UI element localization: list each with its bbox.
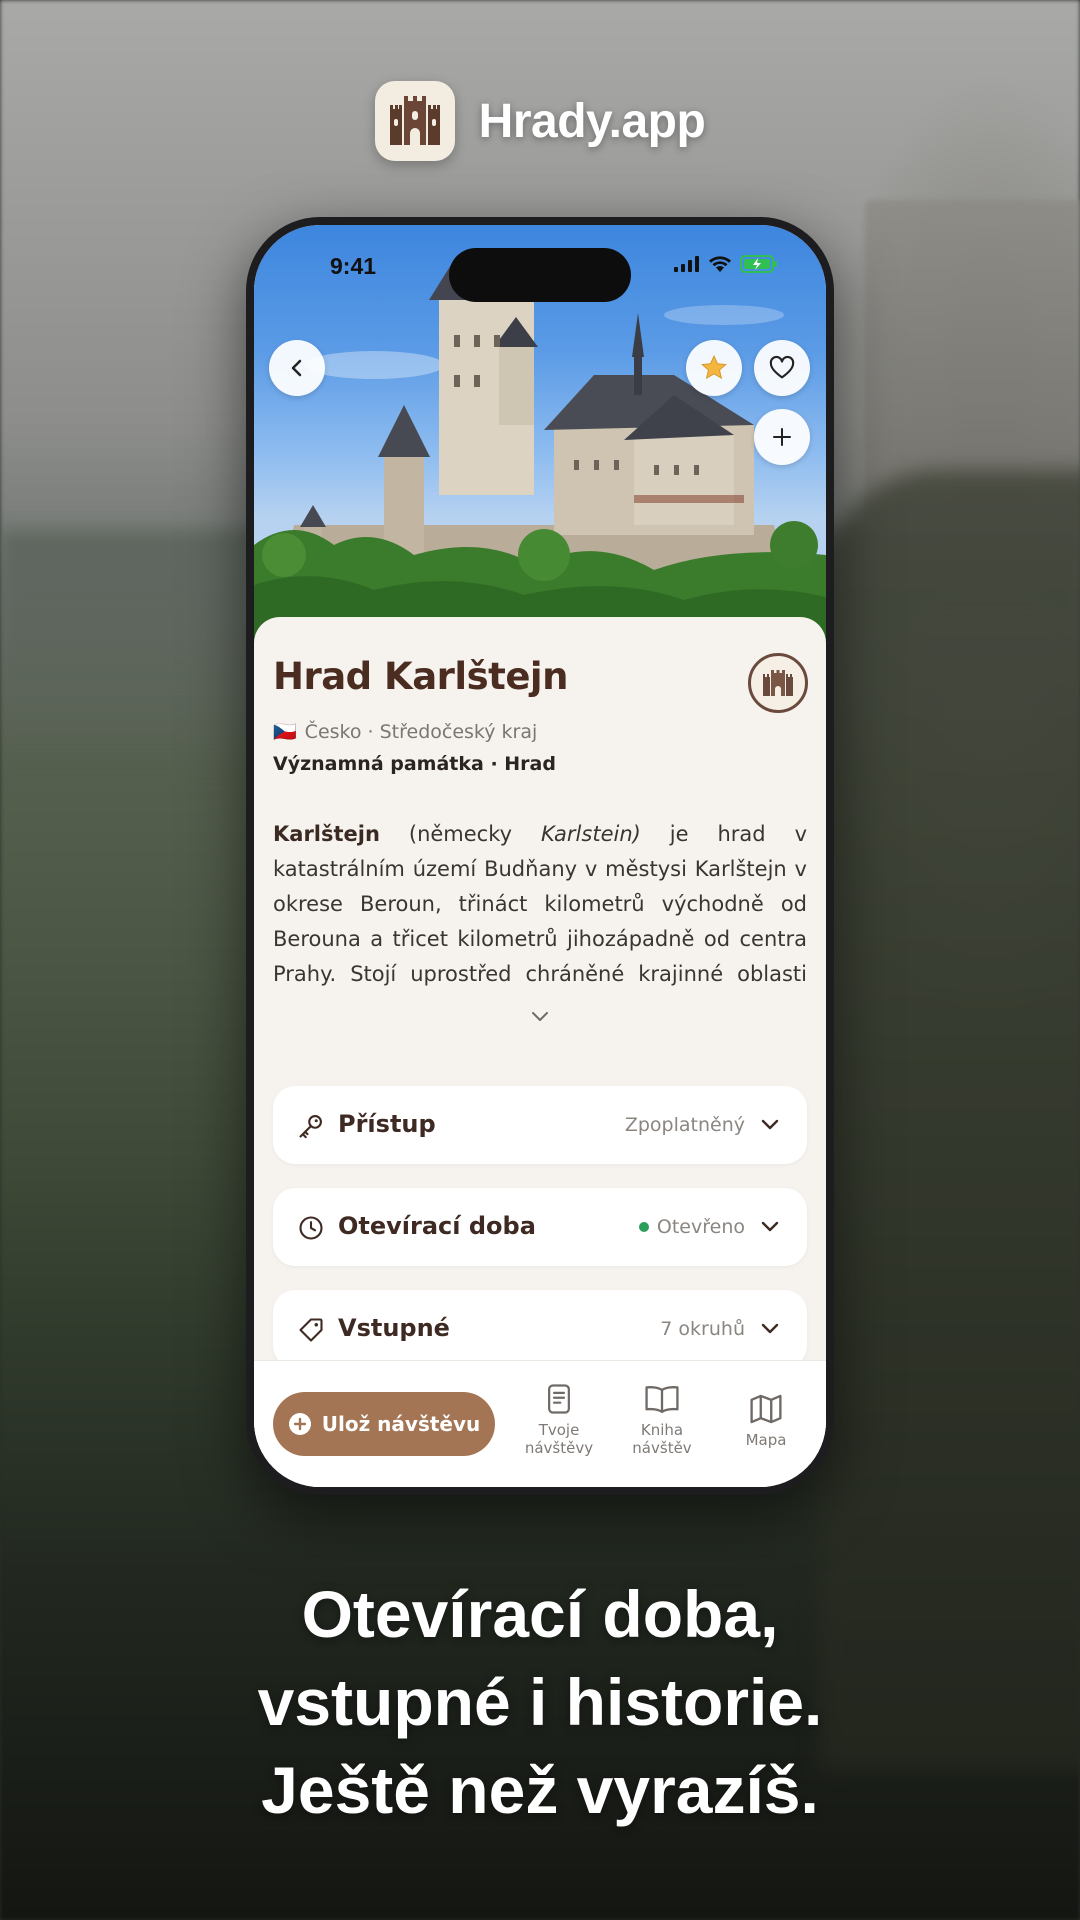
caption-line-2: vstupné i historie. (257, 1665, 823, 1739)
promo-caption: Otevírací doba, vstupné i historie. Ješt… (0, 1570, 1080, 1834)
location: 🇨🇿 Česko · Středočeský kraj (273, 720, 538, 744)
castle-icon (763, 670, 793, 696)
save-visit-label: Ulož návštěvu (321, 1412, 481, 1436)
add-button[interactable] (754, 409, 810, 465)
app-logo-icon (374, 81, 455, 161)
category: Významná památka · Hrad (273, 753, 556, 775)
tag-icon (299, 1318, 323, 1342)
access-label: Přístup (338, 1110, 436, 1138)
description: Karlštejn (německy Karlstein) je hrad v … (273, 817, 807, 987)
opening-hours-card[interactable]: Otevírací doba Otevřeno (273, 1188, 807, 1266)
plus-circle-icon (288, 1413, 311, 1435)
access-card[interactable]: Přístup Zpoplatněný (273, 1086, 807, 1164)
chevron-down-icon (761, 1221, 779, 1232)
open-status-dot (638, 1222, 649, 1232)
battery-icon (740, 255, 777, 273)
bottom-bar: Ulož návštěvu Tvoje návštěvy Kniha návšt… (254, 1360, 826, 1487)
admission-value: 7 okruhů (660, 1318, 745, 1340)
flag-icon: 🇨🇿 (273, 721, 297, 743)
description-italic: Karlstein) (541, 822, 641, 846)
nav-my-visits-label: Tvoje návštěvy (524, 1421, 594, 1457)
heart-icon (769, 355, 795, 379)
description-pre: (německy (379, 822, 542, 846)
chevron-down-icon (532, 1012, 548, 1021)
map-icon (750, 1394, 782, 1424)
chevron-down-icon (761, 1119, 779, 1130)
app-name: Hrady.app (478, 94, 706, 148)
admission-card[interactable]: Vstupné 7 okruhů (273, 1290, 807, 1368)
app-header: Hrady.app (0, 80, 1080, 162)
opening-hours-value: Otevřeno (638, 1216, 745, 1238)
nav-map-label: Mapa (745, 1431, 787, 1449)
clock-icon (299, 1216, 323, 1240)
admission-label: Vstupné (338, 1314, 450, 1342)
expand-description-button[interactable] (524, 1007, 556, 1031)
nav-guest-book[interactable]: Kniha návštěv (617, 1383, 707, 1457)
phone-screen: 9:41 Hrad Karlštejn 🇨🇿 Česko · Středočes… (254, 225, 826, 1487)
caption-line-3: Ještě než vyrazíš. (261, 1753, 819, 1827)
opening-hours-label: Otevírací doba (338, 1212, 536, 1240)
rate-button[interactable] (686, 340, 742, 396)
signal-icon (674, 256, 699, 272)
plus-icon (773, 428, 791, 446)
book-icon (645, 1386, 679, 1414)
back-button[interactable] (269, 340, 325, 396)
dynamic-island (449, 248, 631, 302)
chevron-down-icon (761, 1323, 779, 1334)
chevron-left-icon (291, 359, 302, 377)
favorite-button[interactable] (754, 340, 810, 396)
status-time: 9:41 (330, 253, 377, 279)
nav-guest-book-label: Kniha návštěv (632, 1421, 692, 1457)
detail-sheet: Hrad Karlštejn 🇨🇿 Česko · Středočeský kr… (254, 617, 826, 1487)
key-icon (299, 1115, 322, 1139)
nav-my-visits[interactable]: Tvoje návštěvy (514, 1383, 604, 1457)
location-text: Česko · Středočeský kraj (304, 720, 538, 743)
description-name: Karlštejn (273, 822, 380, 846)
description-text: je hrad v katastrálním území Budňany v m… (273, 822, 807, 986)
caption-line-1: Otevírací doba, (301, 1577, 779, 1651)
access-value: Zpoplatněný (624, 1114, 745, 1136)
save-visit-button[interactable]: Ulož návštěvu (273, 1392, 495, 1456)
castle-type-badge (748, 653, 808, 713)
star-icon (701, 354, 727, 380)
castle-title: Hrad Karlštejn (273, 655, 568, 698)
status-icons (674, 255, 778, 273)
wifi-icon (709, 255, 731, 272)
phone-frame: 9:41 Hrad Karlštejn 🇨🇿 Česko · Středočes… (246, 217, 834, 1495)
document-icon (548, 1384, 570, 1414)
nav-map[interactable]: Mapa (721, 1393, 811, 1449)
